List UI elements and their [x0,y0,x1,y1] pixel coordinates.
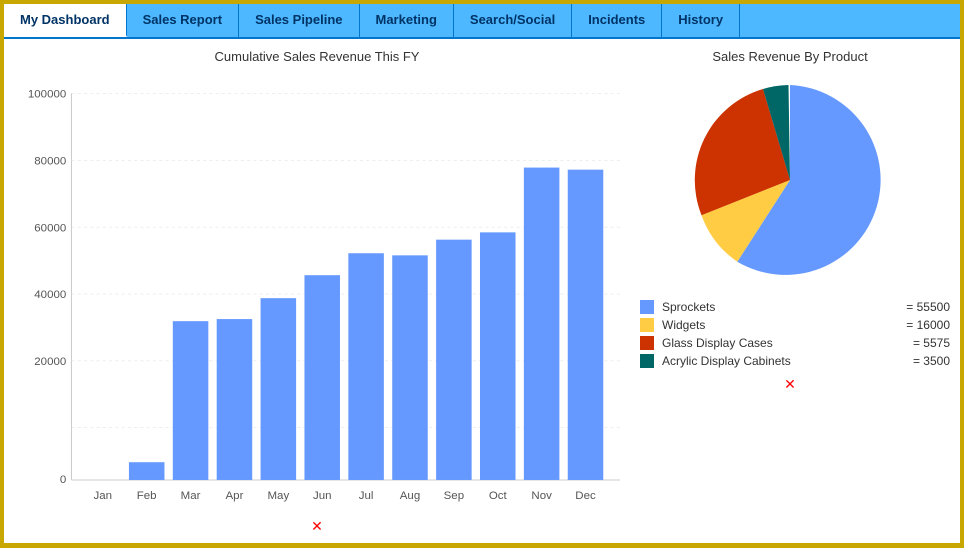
svg-text:60000: 60000 [34,222,66,234]
svg-text:Feb: Feb [137,490,157,502]
legend-value-widgets: = 16000 [906,318,950,332]
svg-text:0: 0 [60,474,66,486]
svg-text:Mar: Mar [181,490,201,502]
tab-sales-report[interactable]: Sales Report [127,4,239,37]
left-panel: Cumulative Sales Revenue This FY 100000 … [14,49,620,533]
tab-marketing[interactable]: Marketing [360,4,454,37]
bar-chart-area: 100000 80000 60000 40000 20000 0 Jan Feb [14,70,620,514]
tab-history[interactable]: History [662,4,740,37]
legend-item-widgets: Widgets = 16000 [640,318,950,332]
legend-value-glass: = 5575 [913,336,950,350]
pie-chart-legend: Sprockets = 55500 Widgets = 16000 Glass … [630,300,950,372]
legend-label-widgets: Widgets [662,318,898,332]
svg-text:Dec: Dec [575,490,596,502]
svg-text:Jan: Jan [94,490,113,502]
legend-color-glass [640,336,654,350]
svg-text:May: May [267,490,289,502]
legend-label-acrylic: Acrylic Display Cabinets [662,354,905,368]
svg-text:Apr: Apr [226,490,244,502]
nav-bar: My Dashboard Sales Report Sales Pipeline… [4,4,960,39]
bar-chart-title: Cumulative Sales Revenue This FY [215,49,420,64]
pie-chart-svg [680,70,900,290]
tab-sales-pipeline[interactable]: Sales Pipeline [239,4,359,37]
svg-text:80000: 80000 [34,155,66,167]
svg-text:Jul: Jul [359,490,374,502]
legend-item-sprockets: Sprockets = 55500 [640,300,950,314]
svg-text:Sep: Sep [444,490,464,502]
svg-text:Aug: Aug [400,490,420,502]
bar-chart-svg: 100000 80000 60000 40000 20000 0 Jan Feb [14,70,620,514]
pie-chart-title: Sales Revenue By Product [712,49,867,64]
svg-text:100000: 100000 [28,89,66,101]
svg-text:Jun: Jun [313,490,332,502]
legend-item-glass: Glass Display Cases = 5575 [640,336,950,350]
tab-search-social[interactable]: Search/Social [454,4,572,37]
right-panel: Sales Revenue By Product [630,49,950,533]
bar-chart-delete[interactable]: ✕ [311,518,323,535]
svg-text:Nov: Nov [531,490,552,502]
svg-text:20000: 20000 [34,356,66,368]
legend-label-glass: Glass Display Cases [662,336,905,350]
legend-item-acrylic: Acrylic Display Cabinets = 3500 [640,354,950,368]
pie-chart-delete[interactable]: ✕ [784,376,796,393]
svg-text:40000: 40000 [34,289,66,301]
legend-value-acrylic: = 3500 [913,354,950,368]
outer-border: My Dashboard Sales Report Sales Pipeline… [0,0,964,548]
legend-color-sprockets [640,300,654,314]
tab-my-dashboard[interactable]: My Dashboard [4,4,127,37]
svg-text:Oct: Oct [489,490,508,502]
legend-value-sprockets: = 55500 [906,300,950,314]
legend-label-sprockets: Sprockets [662,300,898,314]
tab-incidents[interactable]: Incidents [572,4,662,37]
legend-color-widgets [640,318,654,332]
main-content: Cumulative Sales Revenue This FY 100000 … [4,39,960,543]
legend-color-acrylic [640,354,654,368]
